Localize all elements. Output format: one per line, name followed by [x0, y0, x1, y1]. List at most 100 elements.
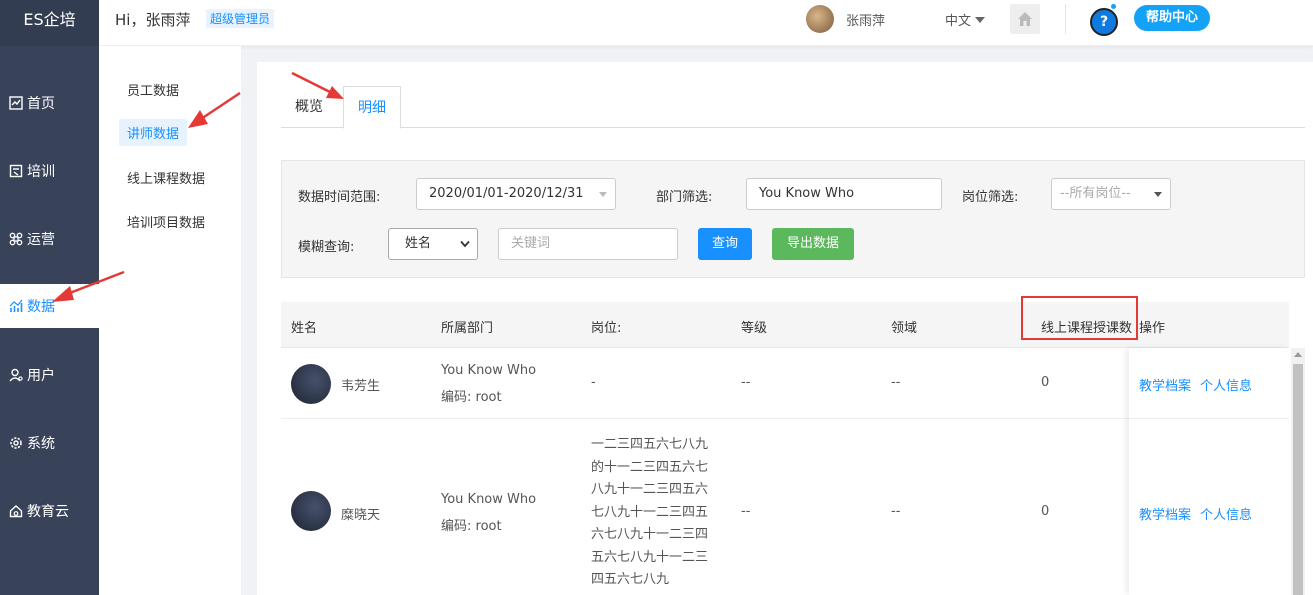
tab-detail[interactable]: 明细	[343, 86, 401, 129]
post-filter-value: --所有岗位--	[1060, 186, 1131, 201]
user-avatar[interactable]	[806, 5, 834, 33]
post-filter-label: 岗位筛选:	[962, 190, 1019, 205]
col-name: 姓名	[291, 321, 318, 336]
cell-code: 编码: root	[441, 390, 502, 405]
table-row: 韦芳生 You Know Who 编码: root - -- -- 0 教学档案…	[281, 348, 1289, 419]
col-actions: 操作	[1139, 321, 1166, 336]
sub-nav: 员工数据 讲师数据 线上课程数据 培训项目数据	[99, 46, 241, 595]
dept-filter-value: You Know Who	[759, 186, 855, 201]
cell-name: 韦芳生	[341, 379, 381, 394]
scroll-thumb[interactable]	[1293, 364, 1303, 595]
fuzzy-field-select[interactable]: 姓名	[388, 228, 478, 260]
training-icon	[9, 164, 23, 178]
operations-icon	[9, 232, 23, 246]
cell-post: 一二三四五六七八九 的十一二三四五六七 八九十一二三四五六 七八九十一二三四五 …	[591, 434, 719, 592]
post-line: 八九十一二三四五六	[591, 482, 709, 497]
nav-label: 运营	[27, 232, 55, 248]
cell-count: 0	[1041, 375, 1050, 390]
nav-item-operations[interactable]: 运营	[0, 217, 99, 261]
cell-level: --	[741, 504, 751, 519]
cell-code: 编码: root	[441, 519, 502, 534]
nav-item-training[interactable]: 培训	[0, 149, 99, 193]
user-icon	[9, 368, 23, 382]
language-select[interactable]: 中文	[945, 10, 986, 29]
cell-dept: You Know Who	[441, 492, 537, 507]
nav-item-users[interactable]: 用户	[0, 353, 99, 397]
nav-label: 用户	[27, 368, 55, 384]
cell-field: --	[891, 504, 901, 519]
caret-down-icon	[1154, 192, 1162, 197]
role-badge: 超级管理员	[206, 9, 275, 28]
teaching-archive-link[interactable]: 教学档案	[1139, 504, 1191, 523]
nav-label: 教育云	[27, 504, 69, 520]
col-level: 等级	[741, 321, 768, 336]
chevron-down-icon	[460, 240, 470, 248]
query-button[interactable]: 查询	[698, 228, 752, 260]
date-range-label: 数据时间范围:	[298, 190, 381, 205]
nav-item-system[interactable]: 系统	[0, 421, 99, 465]
col-field: 领域	[891, 321, 918, 336]
header-divider	[1065, 4, 1066, 34]
nav-label: 首页	[27, 96, 55, 112]
dept-filter-input[interactable]: You Know Who	[746, 178, 942, 210]
cell-count: 0	[1041, 504, 1050, 519]
nav-item-home[interactable]: 首页	[0, 81, 99, 125]
post-line: 六七八九十一二三四	[591, 527, 709, 542]
avatar	[291, 491, 331, 531]
col-post: 岗位:	[591, 321, 622, 336]
teaching-archive-link[interactable]: 教学档案	[1139, 375, 1191, 394]
nav-item-data[interactable]: 数据	[0, 284, 99, 328]
post-filter-select[interactable]: --所有岗位--	[1051, 178, 1171, 210]
date-range-value: 2020/01/01-2020/12/31	[429, 186, 584, 201]
export-data-button[interactable]: 导出数据	[772, 228, 854, 260]
nav-label: 数据	[27, 299, 55, 315]
subnav-item-online-course-data[interactable]: 线上课程数据	[119, 164, 213, 191]
col-dept: 所属部门	[441, 321, 494, 336]
avatar	[291, 364, 331, 404]
cell-name: 糜晓天	[341, 508, 381, 523]
user-name[interactable]: 张雨萍	[846, 10, 885, 29]
dashboard-icon	[9, 96, 23, 110]
fuzzy-field-value: 姓名	[405, 236, 432, 251]
gear-icon	[10, 437, 22, 449]
post-line: 七八九十一二三四五	[591, 504, 709, 520]
caret-down-icon	[599, 192, 607, 197]
scroll-up-icon[interactable]	[1294, 352, 1302, 357]
post-line: 五六七八九十一二三	[591, 549, 709, 565]
personal-info-link[interactable]: 个人信息	[1200, 504, 1252, 523]
post-line: 四五六七八九	[591, 572, 670, 587]
post-line: 的十一二三四五六七	[591, 459, 709, 475]
help-icon[interactable]: ?	[1090, 8, 1118, 36]
cell-level: --	[741, 375, 751, 390]
brand-logo[interactable]: ES企培	[0, 0, 99, 46]
language-label: 中文	[945, 14, 972, 29]
personal-info-link[interactable]: 个人信息	[1200, 375, 1252, 394]
filter-panel: 数据时间范围: 2020/01/01-2020/12/31 部门筛选: You …	[281, 160, 1305, 278]
subnav-item-lecturer-data[interactable]: 讲师数据	[119, 119, 188, 146]
help-center-button[interactable]: 帮助中心	[1134, 5, 1211, 31]
tab-overview[interactable]: 概览	[281, 86, 337, 128]
help-dot	[1111, 4, 1116, 9]
greeting: Hi，张雨萍	[115, 11, 191, 29]
subnav-item-employee-data[interactable]: 员工数据	[119, 76, 187, 103]
chart-icon	[9, 299, 23, 312]
nav-label: 系统	[27, 436, 55, 452]
annotation-highlight-box	[1021, 296, 1138, 340]
home-button[interactable]	[1010, 4, 1040, 34]
dept-filter-label: 部门筛选:	[656, 190, 713, 205]
nav-label: 培训	[27, 164, 55, 180]
subnav-item-training-project-data[interactable]: 培训项目数据	[119, 208, 213, 235]
nav-item-edu-cloud[interactable]: 教育云	[0, 489, 99, 533]
date-range-input[interactable]: 2020/01/01-2020/12/31	[416, 178, 616, 210]
tab-bar: 概览 明细	[281, 86, 1305, 129]
cell-dept: You Know Who	[441, 363, 537, 378]
keyword-input[interactable]: 关键词	[498, 228, 678, 260]
post-line: 一二三四五六七八九	[591, 437, 709, 452]
cell-post: -	[591, 375, 596, 390]
table-row: 糜晓天 You Know Who 编码: root 一二三四五六七八九 的十一二…	[281, 420, 1289, 595]
top-header: Hi，张雨萍 超级管理员 张雨萍 中文 ? 帮助中心	[99, 0, 1313, 46]
cloud-icon	[9, 505, 23, 518]
table-scrollbar[interactable]	[1291, 348, 1305, 595]
fuzzy-query-label: 模糊查询:	[298, 240, 355, 255]
caret-down-icon	[975, 17, 986, 23]
